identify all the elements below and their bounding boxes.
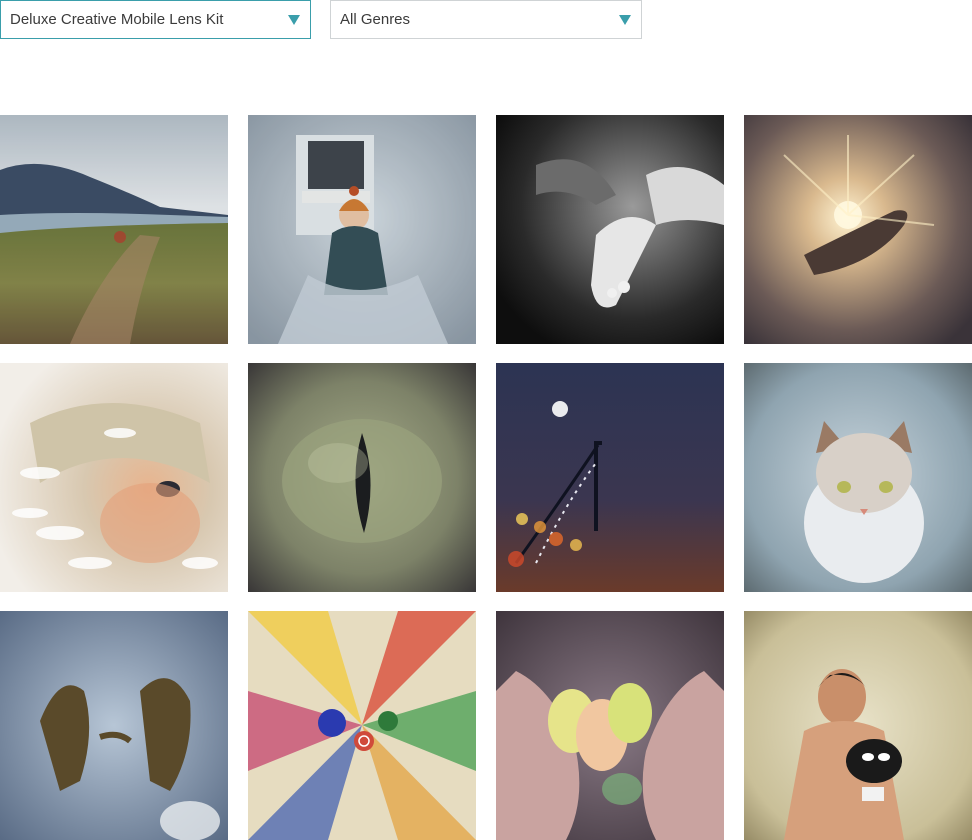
photo-grid — [0, 115, 972, 840]
photo-boy-with-cat — [744, 611, 972, 840]
filter-bar: Deluxe Creative Mobile Lens Kit All Genr… — [0, 0, 972, 39]
chevron-down-icon — [288, 15, 300, 25]
photo-tile[interactable] — [744, 363, 972, 592]
genre-select-value: All Genres — [340, 11, 411, 28]
photo-tile[interactable] — [496, 115, 724, 344]
photo-baby-feet-bw — [496, 115, 724, 344]
genre-select[interactable]: All Genres — [330, 0, 642, 39]
photo-tile[interactable] — [248, 363, 476, 592]
photo-tile[interactable] — [744, 115, 972, 344]
photo-tile[interactable] — [496, 611, 724, 840]
photo-tile[interactable] — [0, 115, 228, 344]
photo-tile[interactable] — [0, 611, 228, 840]
photo-child-window — [248, 115, 476, 344]
photo-tile[interactable] — [248, 115, 476, 344]
photo-tile[interactable] — [0, 363, 228, 592]
lens-kit-select-value: Deluxe Creative Mobile Lens Kit — [10, 11, 224, 28]
photo-cat-portrait — [744, 363, 972, 592]
photo-tile[interactable] — [496, 363, 724, 592]
chevron-down-icon — [619, 15, 631, 25]
photo-hands-balloons — [496, 611, 724, 840]
photo-eye-closeup — [248, 363, 476, 592]
photo-child-zoom-blur — [0, 363, 228, 592]
lens-kit-select[interactable]: Deluxe Creative Mobile Lens Kit — [0, 0, 311, 39]
photo-kaleidoscope-flowers — [248, 611, 476, 840]
photo-landscape-river — [0, 115, 228, 344]
photo-tile[interactable] — [744, 611, 972, 840]
photo-bridge-night — [496, 363, 724, 592]
photo-couple-reflection — [0, 611, 228, 840]
photo-hand-sunlight — [744, 115, 972, 344]
photo-tile[interactable] — [248, 611, 476, 840]
